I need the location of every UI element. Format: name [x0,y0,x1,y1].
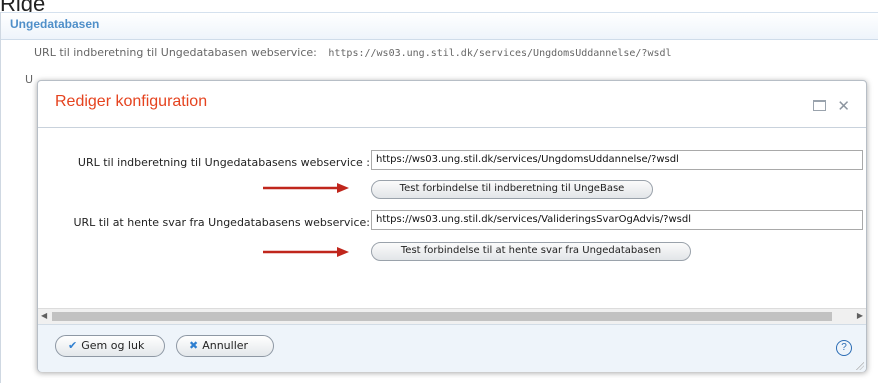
dialog-title-divider [38,127,866,128]
horizontal-scrollbar[interactable]: ◀ ▶ [38,308,866,324]
background-row-label-partial: U [25,73,34,86]
red-arrow-annotation [263,183,349,193]
help-icon[interactable]: ? [836,340,852,356]
dialog-window-controls: ✕ [813,95,850,113]
edit-configuration-dialog: Rediger konfiguration ✕ URL til indberet… [37,80,867,372]
scrollbar-thumb[interactable] [52,312,832,321]
background-url-row: URL til indberetning til Ungedatabasen w… [34,46,672,59]
background-url-value: https://ws03.ung.stil.dk/services/Ungdom… [328,48,672,59]
dialog-footer: ✔ Gem og luk ✖ Annuller ? [38,324,866,372]
cancel-button-label: Annuller [202,339,249,352]
scroll-left-icon[interactable]: ◀ [41,311,47,320]
save-button-label: Gem og luk [81,339,145,352]
maximize-icon[interactable] [813,100,827,111]
resize-grip-icon[interactable] [856,362,864,370]
scroll-right-icon[interactable]: ▶ [857,311,863,320]
panel-title: Ungedatabasen [10,17,100,31]
response-url-label: URL til at hente svar fra Ungedatabasens… [73,216,370,229]
background-url-label: URL til indberetning til Ungedatabasen w… [34,46,317,59]
response-url-input[interactable]: https://ws03.ung.stil.dk/services/Valide… [371,210,863,230]
dialog-title: Rediger konfiguration [55,93,208,110]
test-response-connection-button[interactable]: Test forbindelse til at hente svar fra U… [371,242,691,261]
close-icon[interactable]: ✕ [837,98,850,113]
checkmark-icon: ✔ [68,339,78,352]
reporting-url-input[interactable]: https://ws03.ung.stil.dk/services/Ungdom… [371,150,863,170]
panel-header: Ungedatabasen [1,12,878,40]
cancel-button[interactable]: ✖ Annuller [176,335,274,357]
x-icon: ✖ [189,339,199,352]
save-and-close-button[interactable]: ✔ Gem og luk [55,335,165,357]
test-reporting-connection-button[interactable]: Test forbindelse til indberetning til Un… [371,180,653,199]
reporting-url-label: URL til indberetning til Ungedatabasens … [77,156,370,169]
red-arrow-annotation [263,247,349,257]
